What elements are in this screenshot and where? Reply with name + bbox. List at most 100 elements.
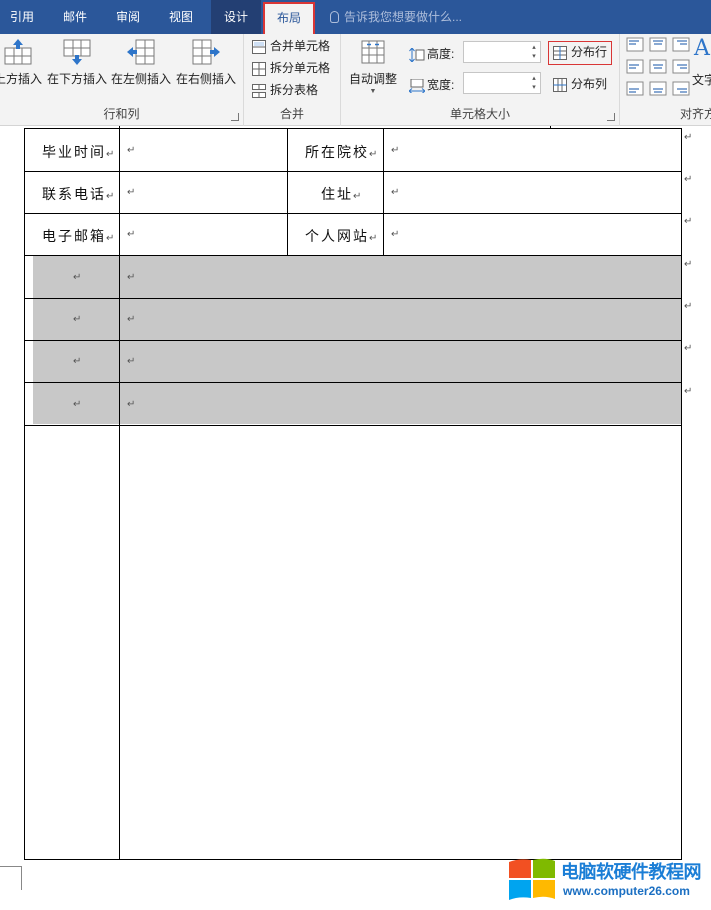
group-label-alignment: 对齐方 — [680, 107, 711, 121]
end-of-row-mark: ↵ — [684, 174, 693, 185]
paragraph-mark: ↵ — [73, 399, 82, 410]
watermark-url: www.computer26.com — [563, 884, 690, 898]
insert-left-button[interactable]: 在左侧插入 — [110, 38, 172, 98]
paragraph-mark: ↵ — [391, 145, 400, 156]
row-divider — [25, 382, 681, 383]
page-corner-mark — [0, 866, 22, 890]
insert-above-label: 上方插入 — [0, 72, 43, 86]
merge-cells-button[interactable]: 合并单元格 — [252, 36, 330, 56]
paragraph-mark: ↵ — [353, 191, 364, 202]
width-spin-arrows-icon[interactable]: ▴ ▾ — [530, 74, 538, 92]
end-of-row-mark: ↵ — [684, 132, 693, 143]
end-of-row-mark: ↵ — [684, 343, 693, 354]
end-of-row-mark: ↵ — [684, 216, 693, 227]
autofit-label: 自动调整 — [348, 72, 397, 86]
document-page[interactable]: 毕业时间↵ ↵ 所在院校↵ ↵ 联系电话↵ ↵ 住址↵ ↵ 电子邮箱↵ ↵ 个人… — [0, 126, 711, 910]
group-label-merge: 合并 — [279, 107, 304, 121]
group-alignment: A 文字 对齐方 — [620, 34, 711, 126]
width-spinbox[interactable]: ▴ ▾ — [463, 72, 541, 94]
distribute-rows-icon — [553, 45, 567, 60]
group-label-cell-size: 单元格大小 — [449, 107, 510, 121]
autofit-button[interactable]: 自动调整 ▼ — [345, 38, 401, 98]
row-divider — [25, 255, 681, 256]
paragraph-mark: ↵ — [127, 187, 136, 198]
insert-right-icon — [192, 39, 220, 65]
tab-mailings[interactable]: 邮件 — [50, 0, 100, 34]
group-rows-columns: 上方插入 在下方插入 在左侧插入 在右侧插入 行和列 — [0, 34, 244, 126]
insert-below-button[interactable]: 在下方插入 — [46, 38, 108, 98]
width-row: 宽度: ▴ ▾ — [408, 72, 543, 94]
cell-alignment-grid-icon[interactable] — [626, 36, 694, 100]
tab-table-layout[interactable]: 布局 — [263, 2, 315, 34]
paragraph-mark: ↵ — [106, 149, 117, 160]
paragraph-mark: ↵ — [127, 314, 136, 325]
paragraph-mark: ↵ — [106, 233, 117, 244]
merge-cells-label: 合并单元格 — [270, 39, 331, 53]
group-merge: 合并单元格 拆分单元格 拆分表格 合并 — [244, 34, 341, 126]
paragraph-mark: ↵ — [73, 314, 82, 325]
ribbon: 上方插入 在下方插入 在左侧插入 在右侧插入 行和列 合并单元格 拆分单元格 拆… — [0, 34, 711, 126]
cell-label: 毕业时间↵ — [42, 142, 116, 162]
height-row: 高度: ▴ ▾ — [409, 41, 543, 63]
split-cells-button[interactable]: 拆分单元格 — [252, 58, 330, 78]
insert-below-icon — [63, 39, 91, 65]
label-phone: 联系电话 — [42, 187, 106, 203]
end-of-row-mark: ↵ — [684, 301, 693, 312]
paragraph-mark: ↵ — [73, 272, 82, 283]
paragraph-mark: ↵ — [106, 191, 117, 202]
group-cell-size: 自动调整 ▼ 高度: ▴ ▾ 宽度: ▴ ▾ 分布行 分布列 单元格大小 — [341, 34, 620, 126]
column-width-icon — [408, 78, 426, 94]
row-divider — [25, 171, 681, 172]
paragraph-mark: ↵ — [127, 145, 136, 156]
row-divider — [25, 425, 681, 426]
row-divider — [25, 340, 681, 341]
label-website: 个人网站 — [305, 229, 369, 245]
distribute-rows-button[interactable]: 分布行 — [548, 41, 613, 65]
windows-logo-icon — [509, 858, 555, 900]
tab-view[interactable]: 视图 — [158, 0, 204, 34]
paragraph-mark: ↵ — [369, 149, 380, 160]
group-label-rows-columns: 行和列 — [103, 107, 140, 121]
merge-cells-icon — [252, 39, 266, 54]
rows-columns-launcher-icon[interactable] — [231, 113, 239, 121]
paragraph-mark: ↵ — [127, 272, 136, 283]
tell-me-search[interactable]: 告诉我您想要做什么... — [330, 0, 462, 34]
label-graduation-time: 毕业时间 — [42, 145, 106, 161]
height-label-wrap: 高度: — [409, 45, 454, 63]
paragraph-mark: ↵ — [127, 399, 136, 410]
distribute-rows-label: 分布行 — [571, 45, 608, 59]
insert-right-button[interactable]: 在右侧插入 — [175, 38, 237, 98]
cell-label: 所在院校↵ — [305, 142, 379, 162]
paragraph-mark: ↵ — [391, 229, 400, 240]
site-watermark: 电脑软硬件教程网 www.computer26.com — [507, 854, 711, 906]
tab-references[interactable]: 引用 — [0, 0, 44, 34]
tab-review[interactable]: 审阅 — [104, 0, 152, 34]
autofit-icon — [361, 40, 385, 64]
paragraph-mark: ↵ — [391, 187, 400, 198]
distribute-columns-label: 分布列 — [571, 77, 608, 91]
height-spinbox[interactable]: ▴ ▾ — [463, 41, 541, 63]
tell-me-placeholder: 告诉我您想要做什么... — [344, 10, 463, 24]
split-table-label: 拆分表格 — [270, 83, 319, 97]
paragraph-mark: ↵ — [127, 229, 136, 240]
resume-table[interactable]: 毕业时间↵ ↵ 所在院校↵ ↵ 联系电话↵ ↵ 住址↵ ↵ 电子邮箱↵ ↵ 个人… — [24, 128, 682, 860]
end-of-row-mark: ↵ — [684, 259, 693, 270]
insert-above-button[interactable]: 上方插入 — [0, 38, 42, 98]
cell-label: 住址↵ — [321, 184, 363, 204]
distribute-columns-button[interactable]: 分布列 — [553, 74, 607, 94]
width-label: 宽度: — [427, 78, 455, 92]
cell-label: 个人网站↵ — [305, 226, 379, 246]
split-table-button[interactable]: 拆分表格 — [252, 80, 318, 100]
insert-right-label: 在右侧插入 — [175, 72, 236, 86]
tab-table-design[interactable]: 设计 — [211, 0, 261, 34]
column-divider — [383, 129, 384, 256]
paragraph-mark: ↵ — [127, 356, 136, 367]
label-school: 所在院校 — [305, 145, 369, 161]
insert-above-icon — [4, 39, 32, 65]
ribbon-tab-bar: 引用 邮件 审阅 视图 设计 布局 告诉我您想要做什么... — [0, 0, 711, 34]
row-height-icon — [409, 47, 425, 63]
cell-size-launcher-icon[interactable] — [607, 113, 615, 121]
height-spin-arrows-icon[interactable]: ▴ ▾ — [530, 43, 538, 61]
insert-below-label: 在下方插入 — [46, 72, 107, 86]
text-direction-icon[interactable]: A — [694, 36, 710, 61]
